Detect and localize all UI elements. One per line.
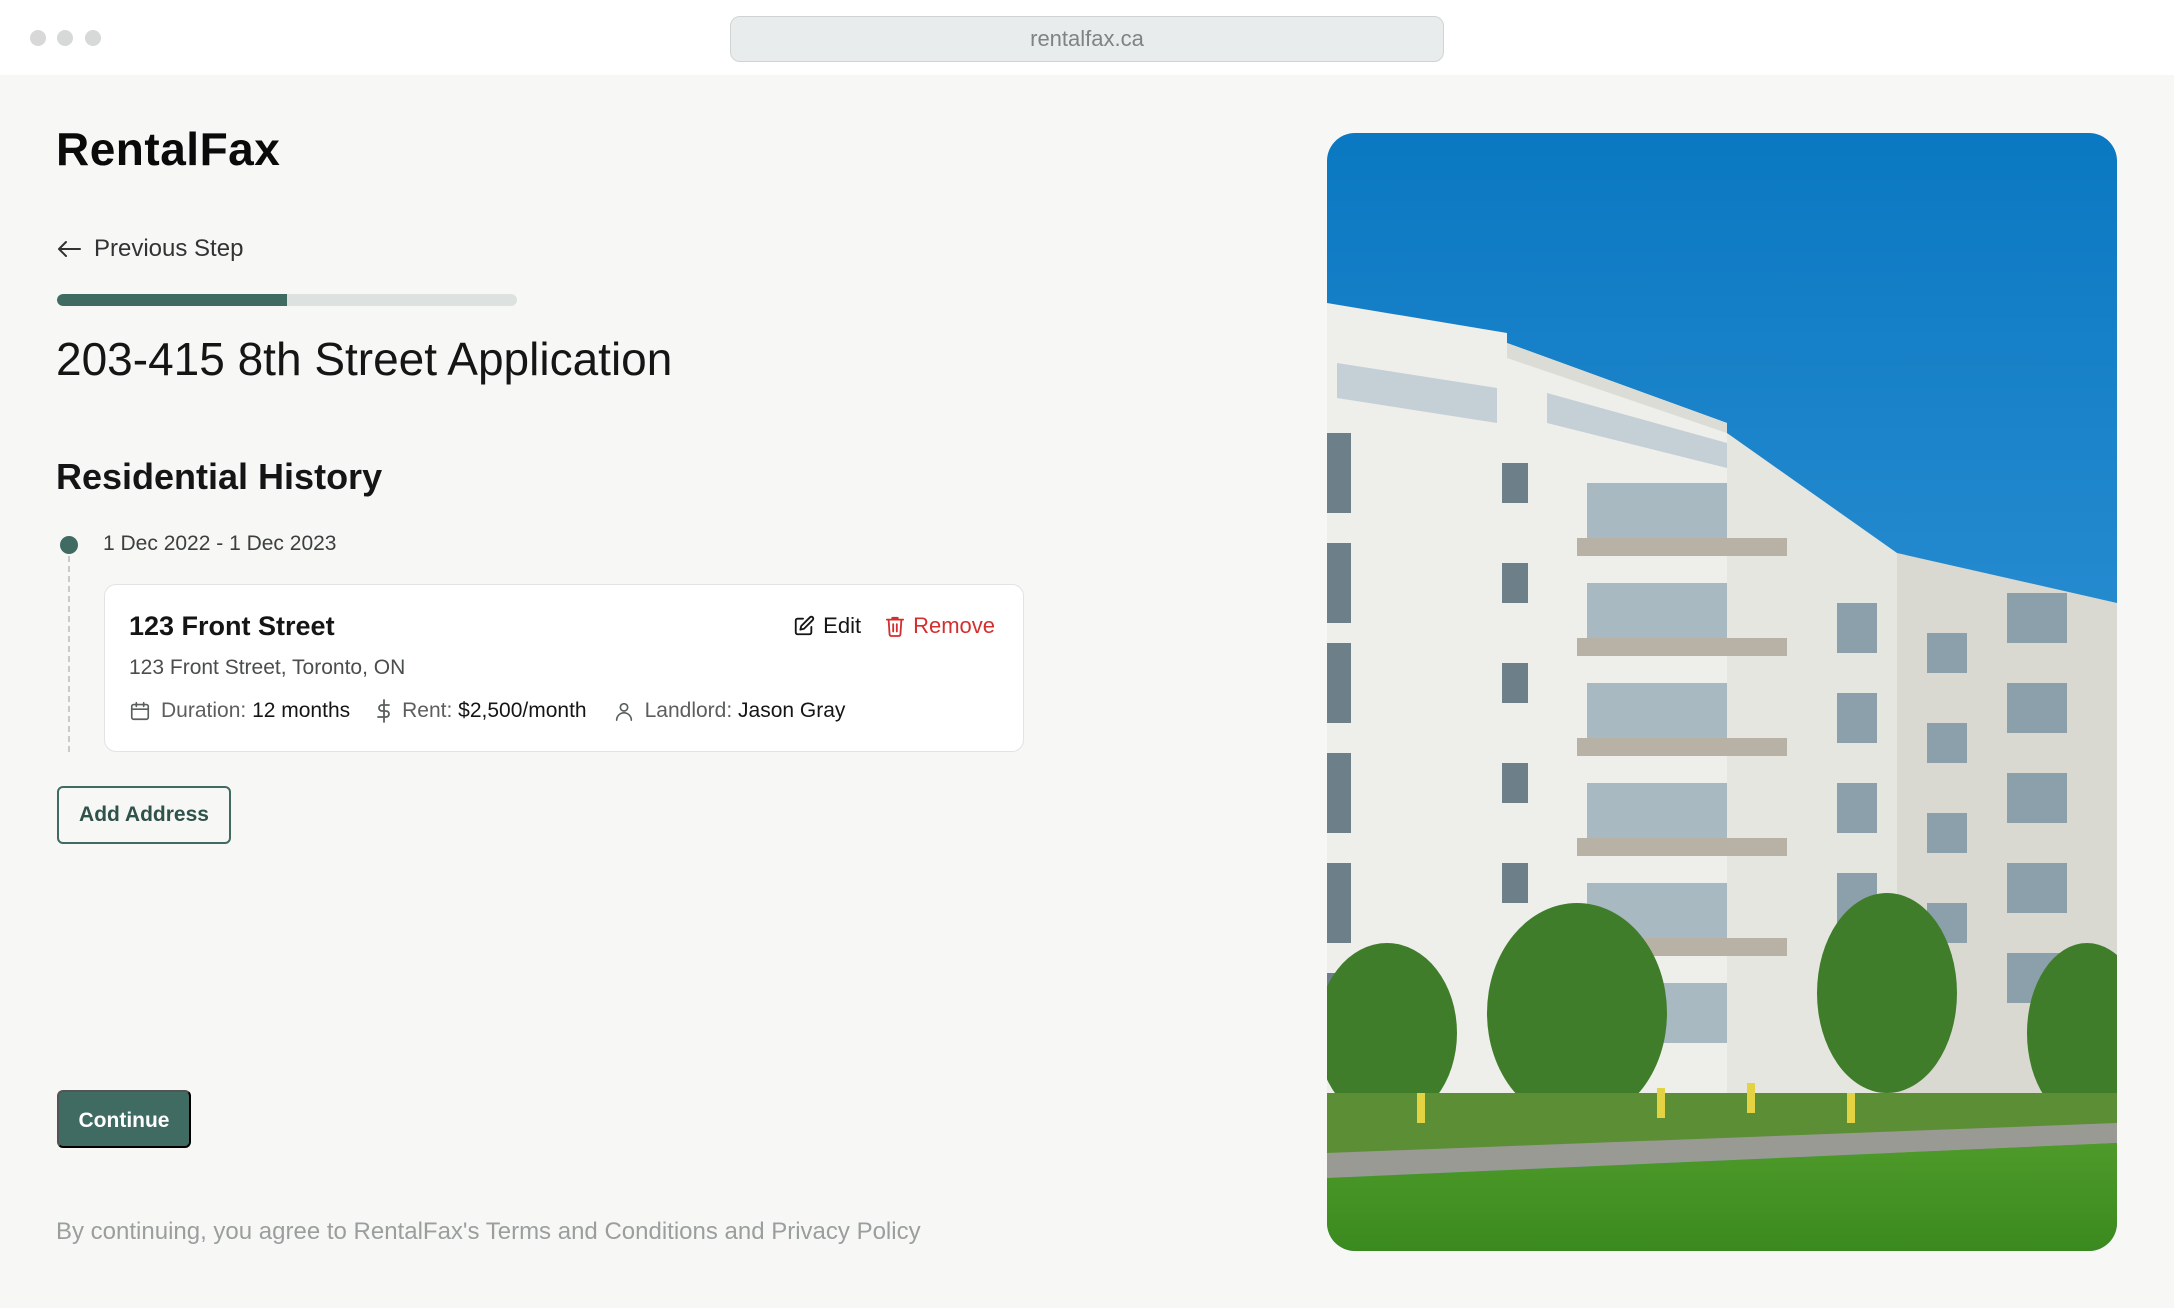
previous-step-link[interactable]: Previous Step [56, 232, 243, 266]
history-date-range: 1 Dec 2022 - 1 Dec 2023 [103, 532, 337, 555]
residence-meta: Duration: 12 months Rent: $2,500/month L… [129, 699, 845, 723]
duration-info: Duration: 12 months [129, 699, 350, 723]
timeline-dot [60, 536, 78, 554]
landlord-info: Landlord: Jason Gray [613, 699, 846, 723]
progress-bar [57, 294, 517, 306]
remove-button[interactable]: Remove [885, 613, 995, 639]
edit-label: Edit [823, 613, 862, 638]
page-title: 203-415 8th Street Application [56, 333, 673, 385]
trash-icon [885, 616, 905, 637]
rent-info: Rent: $2,500/month [376, 699, 587, 723]
residence-card: 123 Front Street Edit Remove 123 Front S… [104, 584, 1024, 752]
rent-value: $2,500/month [458, 699, 587, 722]
duration-label: Duration: [161, 699, 247, 722]
building-photo [1327, 133, 2117, 1251]
edit-button[interactable]: Edit [793, 613, 861, 639]
previous-step-label: Previous Step [94, 235, 244, 262]
window-close-dot[interactable] [30, 30, 46, 46]
calendar-icon [130, 701, 150, 721]
section-title: Residential History [56, 456, 383, 497]
dollar-icon [377, 699, 391, 723]
timeline-line [68, 556, 70, 752]
residence-actions: Edit Remove [793, 613, 995, 639]
residence-address: 123 Front Street, Toronto, ON [129, 656, 406, 679]
landlord-value: Jason Gray [738, 699, 846, 722]
edit-icon [794, 615, 815, 636]
add-address-button[interactable]: Add Address [57, 786, 231, 844]
address-bar[interactable]: rentalfax.ca [730, 16, 1444, 62]
continue-button[interactable]: Continue [57, 1090, 191, 1148]
user-icon [615, 702, 632, 721]
window-maximize-dot[interactable] [85, 30, 101, 46]
landlord-label: Landlord: [644, 699, 733, 722]
duration-value: 12 months [252, 699, 351, 722]
residence-name: 123 Front Street [129, 611, 335, 641]
brand-logo[interactable]: RentalFax [56, 122, 280, 176]
arrow-left-icon [58, 241, 81, 257]
terms-notice: By continuing, you agree to RentalFax's … [56, 1218, 921, 1245]
remove-label: Remove [913, 613, 995, 638]
window-minimize-dot[interactable] [57, 30, 73, 46]
rent-label: Rent: [402, 699, 453, 722]
browser-chrome: rentalfax.ca [0, 0, 2174, 75]
progress-bar-fill [57, 294, 287, 306]
